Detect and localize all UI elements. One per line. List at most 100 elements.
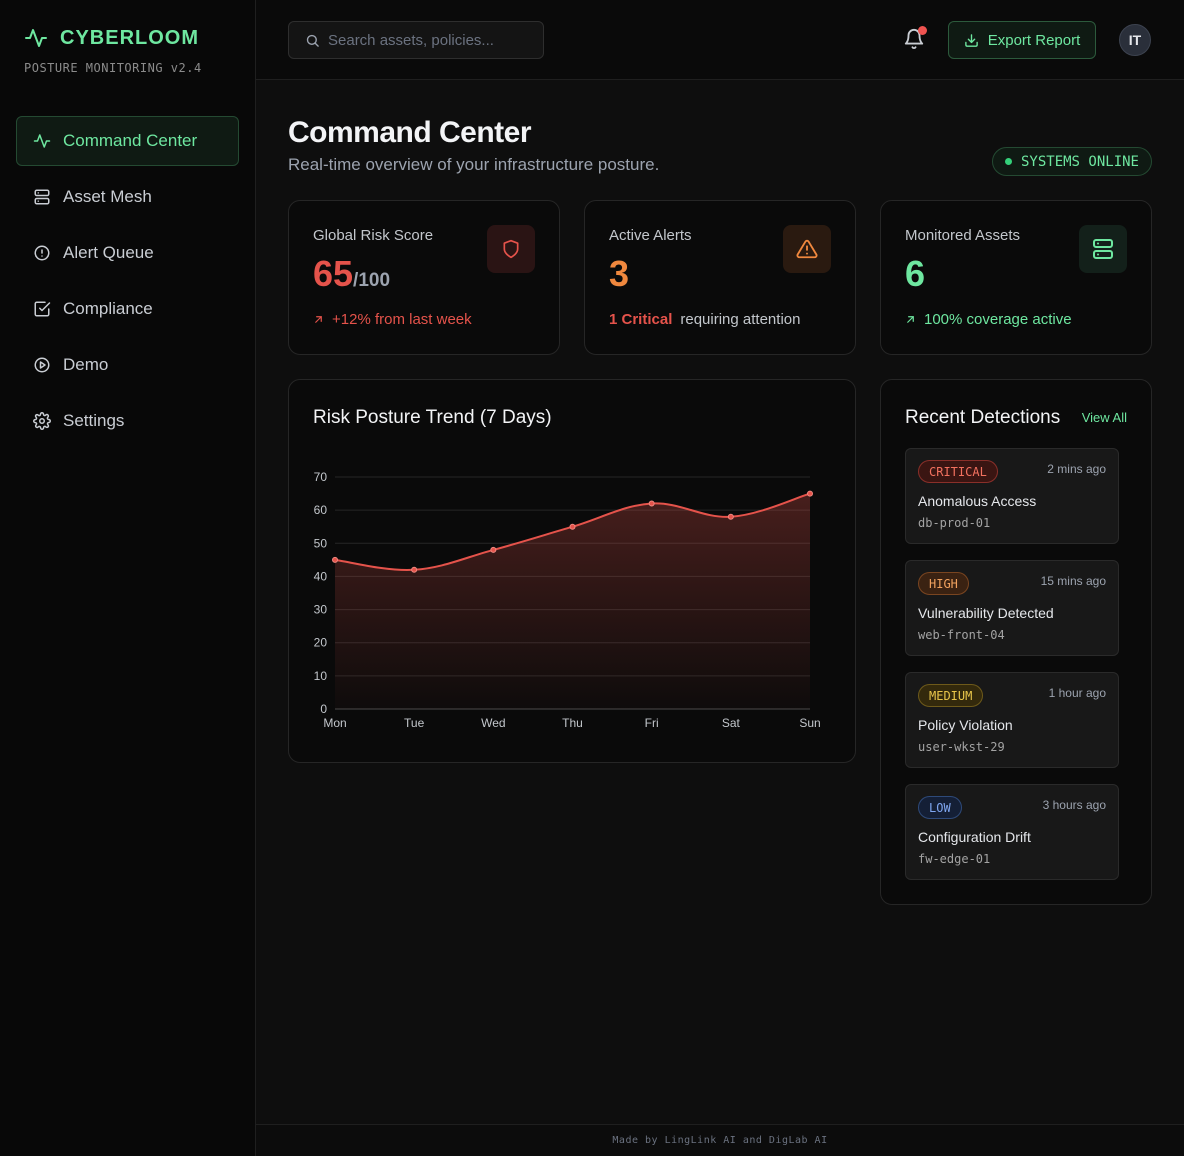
chart-data-point[interactable] [807,490,813,497]
risk-score-value: 65/100 [313,253,390,295]
recent-detections-title: Recent Detections [905,407,1061,428]
risk-trend-card: Risk Posture Trend (7 Days) 0 10 20 30 40 50 6… [288,379,856,763]
gear-icon [33,412,51,430]
arrow-up-right-icon [315,316,322,323]
server-icon [1093,239,1113,259]
detection-title: Configuration Drift [918,829,1031,845]
sidebar-item-compliance[interactable]: Compliance [16,284,239,334]
x-tick-label: Sat [722,716,741,730]
footer-text: Made by LingLink AI and DigLab AI [612,1135,828,1146]
status-dot [1004,158,1012,165]
sidebar-item-label: Command Center [63,131,198,150]
detection-time: 2 mins ago [1047,462,1106,476]
detection-item[interactable]: HIGH 15 mins ago Vulnerability Detected … [905,560,1119,656]
risk-score-label: Global Risk Score [313,227,434,244]
alert-circle-icon [34,245,50,261]
detection-time: 15 mins ago [1040,574,1106,588]
detection-host: db-prod-01 [918,516,991,530]
avatar[interactable]: IT [1119,24,1151,56]
main-content: Command Center Real-time overview of you… [256,80,1184,1124]
detection-item[interactable]: MEDIUM 1 hour ago Policy Violation user-… [905,672,1119,768]
sidebar-item-demo[interactable]: Demo [16,340,239,390]
server-icon-box [1079,225,1127,273]
warning-icon-box [783,225,831,273]
activity-icon [25,29,47,47]
sidebar-nav: Command Center Asset Mesh Alert Queue Co… [16,116,239,452]
sidebar-item-settings[interactable]: Settings [16,396,239,446]
chart-data-point[interactable] [648,500,655,507]
shield-icon-box [487,225,535,273]
chart-data-point[interactable] [569,523,576,530]
warning-icon [796,239,818,259]
sidebar-item-asset-mesh[interactable]: Asset Mesh [16,172,239,222]
risk-trend-text: +12% from last week [332,311,472,328]
risk-score-card[interactable]: Global Risk Score 65/100 +12% from last … [288,200,560,355]
y-tick-label: 50 [314,536,328,550]
sidebar-item-label: Asset Mesh [63,187,152,206]
assets-trend-text: 100% coverage active [924,311,1072,328]
notification-dot [918,26,927,35]
chart-data-point[interactable] [332,556,338,563]
monitored-assets-trend: 100% coverage active [905,311,1072,328]
search-box[interactable] [288,21,544,59]
severity-badge: HIGH [918,572,969,595]
view-all-link[interactable]: View All [1082,410,1127,425]
risk-score-number: 65 [313,253,354,294]
brand-subtitle: POSTURE MONITORING v2.4 [24,61,202,75]
detection-item[interactable]: LOW 3 hours ago Configuration Drift fw-e… [905,784,1119,880]
export-report-label: Export Report [987,31,1081,49]
active-alerts-note: 1 Critical requiring attention [609,311,800,328]
chart-data-point[interactable] [727,513,734,520]
y-tick-label: 20 [314,636,328,650]
page-subtitle: Real-time overview of your infrastructur… [288,155,660,174]
search-input[interactable] [328,31,528,49]
detection-host: user-wkst-29 [918,740,1005,754]
brand[interactable]: CYBERLOOM [24,26,199,50]
y-tick-label: 0 [320,702,327,716]
footer: Made by LingLink AI and DigLab AI [256,1124,1184,1156]
play-circle-icon [34,357,50,373]
sidebar: CYBERLOOM POSTURE MONITORING v2.4 Comman… [0,0,256,1156]
sidebar-item-label: Demo [63,355,109,374]
chart-data-point[interactable] [490,546,497,553]
active-alerts-card[interactable]: Active Alerts 3 1 Critical requiring att… [584,200,856,355]
sidebar-item-label: Settings [63,411,125,430]
topbar: Export Report IT [256,0,1184,80]
detection-item[interactable]: CRITICAL 2 mins ago Anomalous Access db-… [905,448,1119,544]
active-alerts-value: 3 [609,253,630,294]
x-tick-label: Mon [323,716,346,730]
alerts-note-text: requiring attention [680,311,801,328]
detection-host: web-front-04 [918,628,1005,642]
monitored-assets-value: 6 [905,253,926,294]
detection-time: 3 hours ago [1042,798,1106,812]
download-icon [964,33,978,47]
severity-badge: CRITICAL [918,460,998,483]
x-tick-label: Tue [404,716,425,730]
y-tick-label: 60 [314,503,328,517]
x-tick-label: Wed [481,716,505,730]
arrow-up-right-icon [907,316,914,323]
risk-trend-chart: 0 10 20 30 40 50 60 70 Mon Tue Wed Thu Fri Sat Sun [314,470,821,730]
monitored-assets-card[interactable]: Monitored Assets 6 100% coverage active [880,200,1152,355]
status-text: SYSTEMS ONLINE [1020,153,1139,170]
sidebar-item-command-center[interactable]: Command Center [16,116,239,166]
detection-title: Vulnerability Detected [918,605,1054,621]
risk-score-suffix: /100 [353,270,391,291]
activity-icon [33,134,51,148]
search-icon [306,34,319,47]
sidebar-item-alert-queue[interactable]: Alert Queue [16,228,239,278]
sidebar-item-label: Alert Queue [63,243,154,262]
export-report-button[interactable]: Export Report [948,21,1096,59]
critical-count: 1 Critical [609,311,673,328]
y-tick-label: 40 [314,569,328,583]
server-icon [34,189,50,205]
check-square-icon [34,301,51,317]
y-tick-label: 70 [314,470,328,484]
monitored-assets-label: Monitored Assets [905,227,1021,244]
x-tick-label: Sun [799,716,820,730]
y-tick-label: 30 [314,603,328,617]
page-title: Command Center [288,116,532,149]
y-tick-label: 10 [314,669,328,683]
chart-data-point[interactable] [411,566,418,573]
notifications-button[interactable] [903,26,927,52]
